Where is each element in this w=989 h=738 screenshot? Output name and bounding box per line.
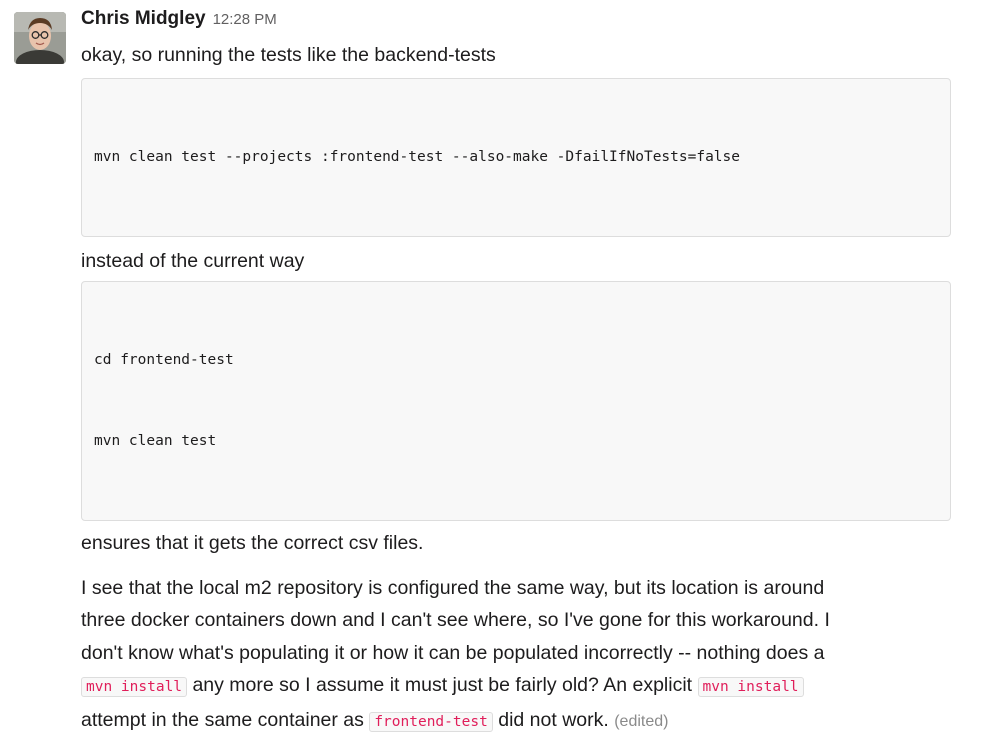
avatar[interactable] [14, 12, 66, 64]
text-line: three docker containers down and I can't… [81, 609, 830, 631]
message: Chris Midgley 12:28 PM okay, so running … [0, 0, 989, 480]
author-name[interactable]: Chris Midgley [81, 8, 206, 30]
edited-label: (edited) [614, 713, 668, 730]
text-segment: attempt in the same container as [81, 709, 369, 731]
text-segment: did not work. [493, 709, 614, 731]
message-text: I see that the local m2 repository is co… [81, 572, 981, 738]
message-text: ensures that it gets the correct csv fil… [81, 527, 981, 560]
text-line: don't know what's populating it or how i… [81, 642, 824, 664]
message-content: Chris Midgley 12:28 PM okay, so running … [81, 8, 981, 738]
text-segment: any more so I assume it must just be fai… [187, 674, 697, 696]
message-header: Chris Midgley 12:28 PM [81, 8, 981, 38]
inline-code: mvn install [698, 677, 804, 697]
code-line: mvn clean test [94, 428, 938, 455]
text-line: I see that the local m2 repository is co… [81, 577, 824, 599]
code-block: mvn clean test --projects :frontend-test… [81, 78, 951, 237]
code-block: cd frontend-test mvn clean test [81, 281, 951, 521]
message-text: instead of the current way [81, 245, 981, 278]
inline-code: frontend-test [369, 712, 493, 732]
avatar-photo [14, 12, 66, 64]
message-text: okay, so running the tests like the back… [81, 39, 981, 72]
timestamp[interactable]: 12:28 PM [213, 11, 277, 28]
inline-code: mvn install [81, 677, 187, 697]
code-line: cd frontend-test [94, 347, 938, 374]
code-line: mvn clean test --projects :frontend-test… [94, 144, 938, 171]
